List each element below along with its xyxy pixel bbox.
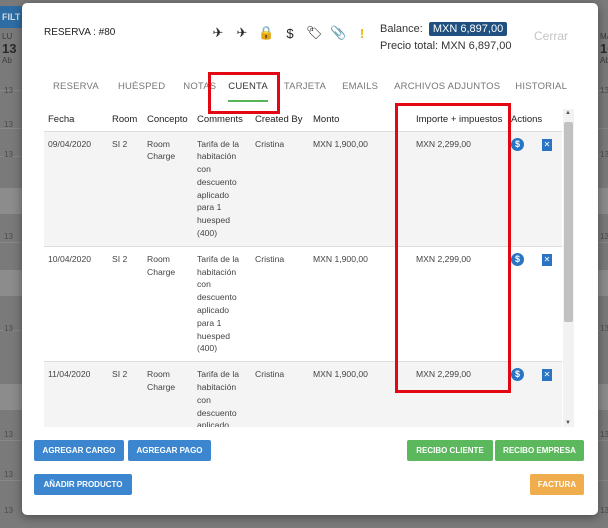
tab-emails[interactable]: EMAILS [342, 81, 378, 102]
calendar-cell-number: 13 [600, 86, 608, 95]
agregar-pago-button[interactable]: AGREGAR PAGO [128, 440, 211, 461]
month-name: Ab [2, 56, 12, 65]
calendar-cell-number: 13 [4, 86, 13, 95]
calendar-cell-number: 13 [4, 506, 13, 515]
factura-button[interactable]: FACTURA [530, 474, 584, 495]
calendar-cell-number: 13 [4, 470, 13, 479]
cell-concepto: Room Charge [143, 131, 193, 247]
anadir-producto-button[interactable]: AÑADIR PRODUCTO [34, 474, 132, 495]
calendar-cell-number: 13 [4, 120, 13, 129]
recibo-cliente-button[interactable]: RECIBO CLIENTE [407, 440, 493, 461]
column-header-room: Room [108, 109, 143, 132]
column-header-actions: Actions [507, 109, 562, 132]
scroll-down-arrow-icon[interactable]: ▼ [565, 420, 571, 426]
total-label: Precio total: [380, 40, 439, 52]
day-name: LU [2, 32, 13, 41]
filter-button[interactable]: FILT [0, 6, 22, 28]
day-number: 16 [600, 41, 608, 56]
cell-created-by: Cristina [251, 131, 309, 247]
cell-room: SI 2 [108, 131, 143, 247]
cell-fecha: 11/04/2020 [44, 361, 108, 427]
scroll-up-arrow-icon[interactable]: ▲ [565, 110, 571, 116]
calendar-cell-number: 13 [4, 324, 13, 333]
plane-departure-icon[interactable]: ✈ [210, 25, 226, 41]
tab-bar: RESERVA HUÉSPED NOTAS CUENTA TARJETA EMA… [44, 81, 567, 102]
cell-created-by: Cristina [251, 246, 309, 363]
tab-reserva[interactable]: RESERVA [53, 81, 99, 102]
payment-dollar-icon[interactable]: $ [511, 368, 524, 382]
agregar-cargo-button[interactable]: AGREGAR CARGO [34, 440, 124, 461]
paperclip-icon[interactable]: 📎 [330, 25, 346, 41]
payment-dollar-icon[interactable]: $ [511, 252, 524, 266]
tab-archivos-adjuntos[interactable]: ARCHIVOS ADJUNTOS [394, 81, 500, 102]
cell-fecha: 09/04/2020 [44, 131, 108, 247]
column-header-fecha: Fecha [44, 109, 108, 132]
calendar-cell-number: 13 [600, 324, 608, 333]
calendar-cell-number: 13 [600, 430, 608, 439]
exclamation-icon[interactable]: ! [354, 26, 370, 41]
balance-label: Balance: [380, 23, 423, 35]
total-value: MXN 6,897,00 [441, 40, 512, 52]
cell-created-by: Cristina [251, 361, 309, 427]
tab-huesped[interactable]: HUÉSPED [118, 81, 165, 102]
calendar-cell-number: 13 [600, 150, 608, 159]
calendar-day-right: MA 16 Ab [600, 32, 608, 65]
month-name: Ab [600, 56, 608, 65]
calendar-cell-number: 13 [4, 150, 13, 159]
calendar-cell-number: 13 [4, 232, 13, 241]
payment-dollar-icon[interactable]: $ [511, 137, 524, 151]
calendar-cell-number: 13 [600, 506, 608, 515]
day-number: 13 [2, 41, 17, 56]
delete-trash-icon[interactable]: ✕ [542, 369, 552, 382]
cell-room: SI 2 [108, 361, 143, 427]
tags-icon[interactable]: 🏷 [306, 25, 323, 41]
reservation-toolbar: ✈ ✈ 🔒 $ 🏷 📎 ! [210, 25, 370, 41]
reservation-title: RESERVA : #80 [44, 27, 116, 38]
total-line: Precio total: MXN 6,897,00 [380, 40, 511, 52]
highlight-box-cuenta-tab [208, 72, 280, 114]
dollar-icon[interactable]: $ [282, 26, 298, 41]
cell-comments: Tarifa de la habitación con descuento ap… [193, 131, 251, 247]
cell-actions: $ ✕ [507, 246, 562, 363]
cell-comments: Tarifa de la habitación con descuento ap… [193, 246, 251, 363]
plane-arrival-icon[interactable]: ✈ [234, 25, 250, 41]
scrollbar-thumb[interactable] [564, 122, 573, 322]
cell-actions: $ ✕ [507, 361, 562, 427]
cell-concepto: Room Charge [143, 246, 193, 363]
delete-trash-icon[interactable]: ✕ [542, 253, 552, 266]
day-name: MA [600, 32, 608, 41]
cell-comments: Tarifa de la habitación con descuento ap… [193, 361, 251, 427]
close-button[interactable]: Cerrar [534, 29, 568, 43]
tab-historial[interactable]: HISTORIAL [515, 81, 567, 102]
balance-line: Balance: MXN 6,897,00 [380, 22, 508, 36]
highlight-box-importe-column [395, 103, 511, 393]
cell-actions: $ ✕ [507, 131, 562, 247]
recibo-empresa-button[interactable]: RECIBO EMPRESA [495, 440, 584, 461]
calendar-cell-number: 13 [4, 430, 13, 439]
cell-concepto: Room Charge [143, 361, 193, 427]
delete-trash-icon[interactable]: ✕ [542, 138, 552, 151]
cell-room: SI 2 [108, 246, 143, 363]
column-header-concepto: Concepto [143, 109, 193, 132]
tab-tarjeta[interactable]: TARJETA [284, 81, 326, 102]
calendar-cell-number: 13 [600, 232, 608, 241]
lock-icon[interactable]: 🔒 [258, 25, 274, 41]
table-scrollbar[interactable]: ▲ ▼ [563, 109, 574, 427]
calendar-day-left: LU 13 Ab [2, 32, 16, 65]
reservation-modal: RESERVA : #80 ✈ ✈ 🔒 $ 🏷 📎 ! Balance: MXN… [22, 3, 598, 515]
cell-fecha: 10/04/2020 [44, 246, 108, 363]
balance-badge: MXN 6,897,00 [428, 22, 508, 36]
